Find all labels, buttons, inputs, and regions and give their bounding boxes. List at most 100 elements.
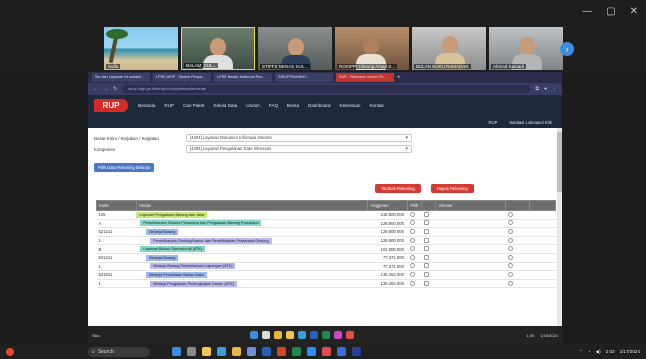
app-icon[interactable] [352, 347, 361, 356]
user-menu[interactable]: Sanitasi Lukmanul Khk [509, 120, 552, 125]
row-option[interactable] [507, 228, 513, 234]
table-row[interactable]: B Layanan Bahan Operasional (ATK) 102.800.… [96, 244, 556, 254]
menu-item[interactable]: Unduh [246, 103, 260, 108]
row-option[interactable] [507, 263, 513, 269]
kegiatan-select[interactable]: [4294] Layanan Dokumen Informasi Interne… [186, 134, 412, 142]
extensions-icon[interactable]: ⧉ [535, 86, 539, 92]
weather-icon[interactable] [6, 347, 14, 356]
search-icon[interactable] [261, 331, 270, 339]
word-icon[interactable] [309, 331, 318, 339]
row-radio[interactable] [409, 211, 415, 217]
chrome-icon[interactable] [232, 347, 241, 356]
participant-tile[interactable]: BALAM_SUL... [181, 27, 255, 70]
table-row[interactable]: 521811 Belanja Persediaan Bahan Baku 136.2… [96, 270, 556, 280]
participant-tile[interactable]: Sulfa [104, 27, 178, 70]
chevron-up-icon[interactable]: ⌃ [579, 349, 583, 355]
url-input[interactable]: sirup.lkpp.go.id/sirup/ro/rup/penyedia/c… [122, 85, 531, 93]
menu-item[interactable]: Beranda [138, 103, 155, 108]
row-checkbox[interactable] [423, 228, 429, 234]
browser-tab[interactable]: Siz dan Layanan Ini adalah... [92, 73, 150, 82]
browser-tab[interactable]: LPSE APIP - Sistem Penya... [153, 73, 211, 82]
row-checkbox[interactable] [423, 263, 429, 269]
row-checkbox[interactable] [423, 254, 429, 260]
browser-menu-icon[interactable]: ⋮ [552, 86, 557, 92]
edge-icon[interactable] [217, 347, 226, 356]
back-icon[interactable]: ← [93, 86, 98, 92]
zoom-icon[interactable] [307, 347, 316, 356]
powerpoint-icon[interactable] [277, 347, 286, 356]
row-radio[interactable] [409, 246, 415, 252]
menu-item[interactable]: RUP [164, 103, 174, 108]
participant-tile[interactable]: STIFFS NENAS SUL... [258, 27, 332, 70]
maximize-icon[interactable]: ▢ [606, 6, 615, 17]
forward-icon[interactable]: → [103, 86, 108, 92]
edge-icon[interactable] [297, 331, 306, 339]
menu-item[interactable]: FAQ [269, 103, 278, 108]
row-radio[interactable] [409, 271, 415, 277]
row-checkbox[interactable] [423, 280, 429, 286]
reload-icon[interactable]: ↻ [113, 86, 117, 92]
row-option[interactable] [507, 211, 513, 217]
profile-icon[interactable]: ● [544, 86, 547, 92]
row-checkbox[interactable] [423, 237, 429, 243]
menu-item[interactable]: Kelola Data [214, 103, 238, 108]
word-icon[interactable] [262, 347, 271, 356]
menu-item[interactable]: Ketentuan [340, 103, 361, 108]
page-scrollbar-thumb[interactable] [557, 132, 562, 192]
wifi-icon[interactable]: ◔ [588, 349, 591, 354]
windows-start-icon[interactable] [249, 331, 258, 339]
tambah-rekening-button[interactable]: Tambah Rekening [375, 184, 421, 193]
app-icon[interactable] [333, 331, 342, 339]
row-option[interactable] [507, 280, 513, 286]
taskbar-search[interactable]: ⌕ Search [88, 346, 150, 357]
pilih-rekening-button[interactable]: Pilih Data Rekening Belanja [94, 163, 154, 172]
date[interactable]: 1/17/2024 [620, 349, 640, 354]
komponen-select[interactable]: [4294] Layanan Pengolahan Data Informasi [186, 145, 412, 153]
new-tab-icon[interactable]: + [397, 75, 401, 81]
row-checkbox[interactable] [423, 271, 429, 277]
volume-icon[interactable]: ◀) [596, 349, 601, 355]
excel-icon[interactable] [292, 347, 301, 356]
app-icon[interactable] [345, 331, 354, 339]
table-row[interactable]: 125 Layanan Pengadaan Barang dan Jasa 216.… [96, 210, 556, 220]
file-explorer-icon[interactable] [202, 347, 211, 356]
row-option[interactable] [507, 237, 513, 243]
row-radio[interactable] [409, 254, 415, 260]
clock[interactable]: 2:03 [606, 349, 615, 354]
table-row[interactable]: 521211 Belanja Barang 77.371.000 [96, 253, 556, 263]
table-row[interactable]: 1 Belanja Pengadaan Perlengkapan Kantor (… [96, 279, 556, 289]
next-participants-button[interactable]: › [560, 42, 574, 56]
participant-tile[interactable]: Ahmad Kamadi [489, 27, 563, 70]
close-icon[interactable]: ✕ [630, 6, 638, 17]
browser-tab[interactable]: SIRUP/PAMIS/D... [275, 73, 333, 82]
app-icon[interactable] [337, 347, 346, 356]
row-radio[interactable] [409, 237, 415, 243]
table-row[interactable]: 521211 Belanja Barang 128.800.000 [96, 227, 556, 237]
row-radio[interactable] [409, 280, 415, 286]
rup-logo[interactable]: RUP [94, 99, 128, 112]
row-radio[interactable] [409, 263, 415, 269]
row-option[interactable] [507, 220, 513, 226]
participant-tile[interactable]: BULAN BUKU RAMADAN [412, 27, 486, 70]
row-checkbox[interactable] [423, 246, 429, 252]
hapus-rekening-button[interactable]: Hapus Rekening [430, 184, 474, 193]
row-option[interactable] [507, 254, 513, 260]
row-radio[interactable] [409, 228, 415, 234]
menu-item[interactable]: Kontak [369, 103, 383, 108]
excel-icon[interactable] [321, 331, 330, 339]
browser-tab[interactable]: LPSE Badan Nasional Pen... [214, 73, 272, 82]
table-row[interactable]: 1 Belanja Barang Pemeliharaan Lapangan (A… [96, 262, 556, 272]
app-icon[interactable] [322, 347, 331, 356]
menu-item[interactable]: Berita [287, 103, 299, 108]
table-row[interactable]: 1 Pemeliharaan Gedung/Kantor dan Pemeliha… [96, 236, 556, 246]
browser-tab-active[interactable]: RUP - Rencana Umum Pe... [336, 73, 394, 82]
menu-item[interactable]: Dashboard [308, 103, 330, 108]
row-checkbox[interactable] [423, 211, 429, 217]
file-explorer-icon[interactable] [285, 331, 294, 339]
store-icon[interactable] [247, 347, 256, 356]
menu-item[interactable]: Cari Paket [183, 103, 204, 108]
row-option[interactable] [507, 271, 513, 277]
participant-tile[interactable]: ROKIPPI Cheong Amad S... [335, 27, 409, 70]
minimize-icon[interactable]: — [582, 6, 592, 17]
row-checkbox[interactable] [423, 220, 429, 226]
